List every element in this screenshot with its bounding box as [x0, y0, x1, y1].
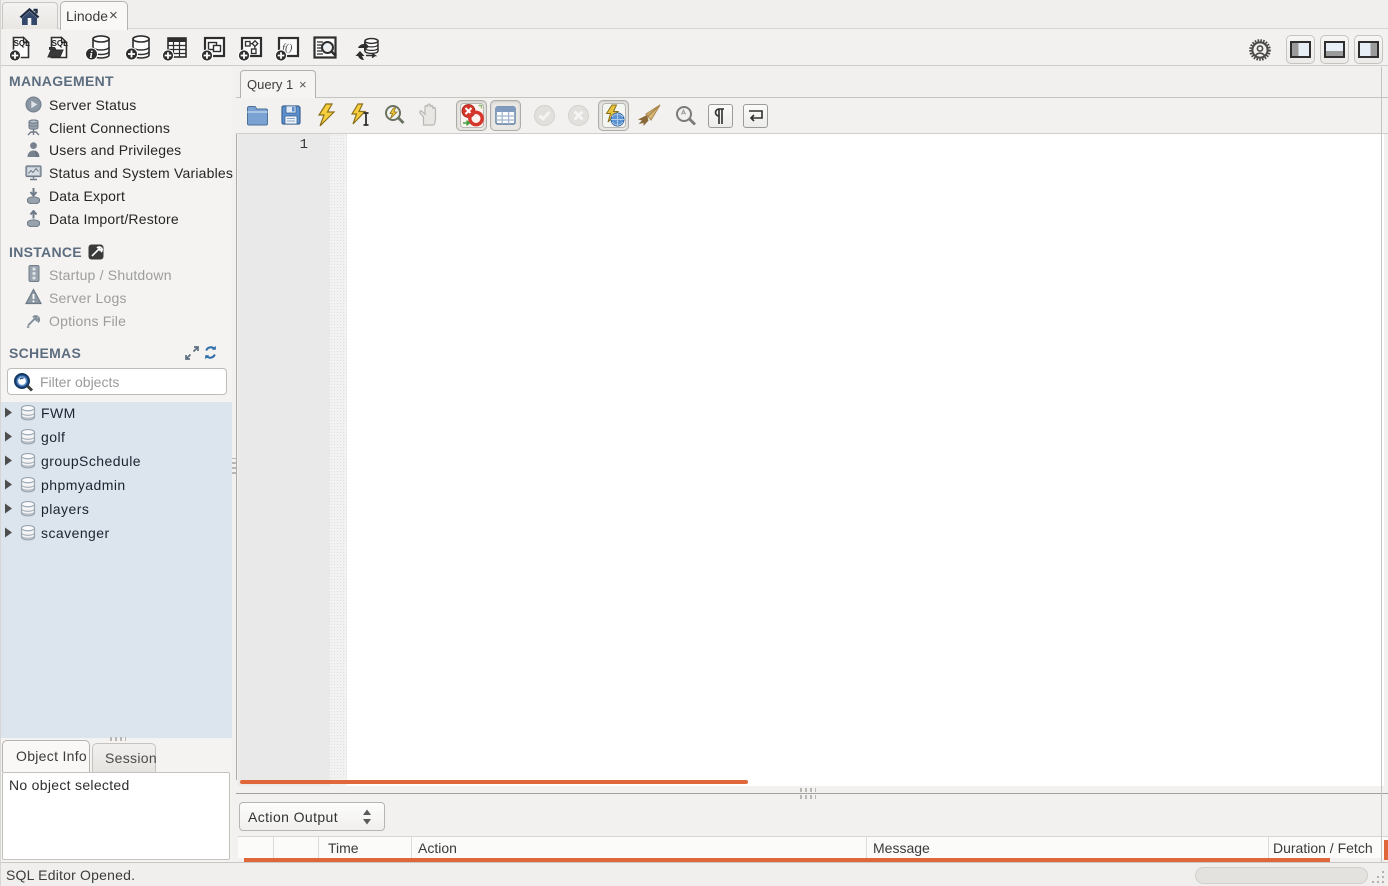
svg-text:SQL: SQL	[14, 39, 31, 48]
svg-text:SQL: SQL	[52, 39, 69, 48]
